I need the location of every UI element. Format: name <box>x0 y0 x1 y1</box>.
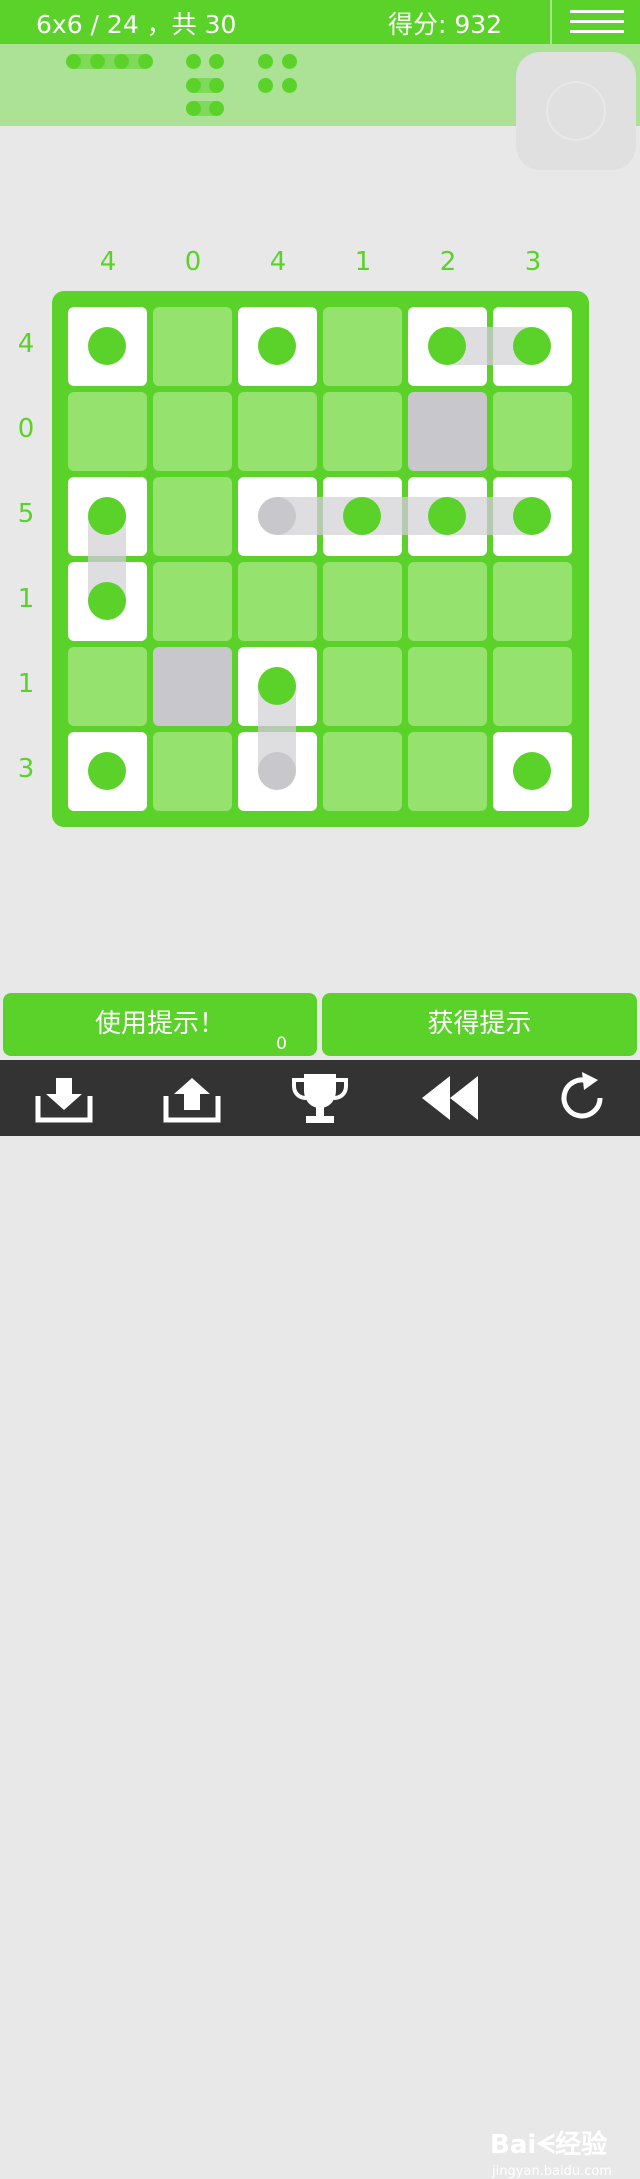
board-cell-empty[interactable] <box>408 732 487 811</box>
board-cell-empty[interactable] <box>238 562 317 641</box>
board-cell-ship[interactable] <box>493 732 572 811</box>
hamburger-menu-icon-line <box>570 20 624 23</box>
level-progress: 6x6 / 24 ，共 30 <box>36 10 237 39</box>
board-cell-empty[interactable] <box>408 647 487 726</box>
ship-dot <box>88 497 126 535</box>
ship-dot-unconfirmed <box>258 752 296 790</box>
ship-dot <box>428 497 466 535</box>
top-bar: 6x6 / 24 ，共 30 得分: 932 <box>0 0 640 44</box>
board-cell-ship[interactable] <box>68 732 147 811</box>
board-cell-ship[interactable] <box>68 556 147 641</box>
row-count: 1 <box>17 669 35 699</box>
piece-ship-2-dot <box>282 54 297 69</box>
column-count: 0 <box>184 247 202 277</box>
row-count: 5 <box>17 499 35 529</box>
board-cell-empty[interactable] <box>68 647 147 726</box>
circle-icon <box>546 81 606 141</box>
game-board <box>52 291 589 827</box>
refresh-icon[interactable] <box>552 1070 612 1126</box>
ship-dot <box>88 752 126 790</box>
board-cell-empty[interactable] <box>153 307 232 386</box>
board-cell-empty[interactable] <box>323 307 402 386</box>
column-count: 4 <box>99 247 117 277</box>
piece-ship-3-dot <box>209 54 224 69</box>
board-cell-empty[interactable] <box>408 562 487 641</box>
trophy-icon[interactable] <box>290 1070 350 1126</box>
board-cell-empty[interactable] <box>153 392 232 471</box>
ship-dot <box>258 667 296 705</box>
ship-dot <box>88 582 126 620</box>
ghost-circle-button[interactable] <box>516 52 636 170</box>
ship-dot <box>258 327 296 365</box>
board-cell-ship[interactable] <box>238 477 323 556</box>
piece-ship-2-dot <box>258 54 273 69</box>
piece-ship-4-dot <box>138 54 153 69</box>
board-cell-ship[interactable] <box>68 307 147 386</box>
ship-dot-unconfirmed <box>258 497 296 535</box>
hint-count: 0 <box>276 1034 287 1054</box>
watermark-url: jingyan.baidu.com <box>492 2164 612 2179</box>
board-cell-empty[interactable] <box>153 562 232 641</box>
piece-ship-4-dot <box>66 54 81 69</box>
watermark-brand: Baiᗕ经验 <box>490 2130 608 2160</box>
board-cell-ship[interactable] <box>408 307 493 386</box>
download-icon[interactable] <box>34 1070 94 1126</box>
column-count: 1 <box>354 247 372 277</box>
use-hint-label: 使用提示！ <box>94 1009 225 1039</box>
hamburger-menu-icon <box>570 10 624 13</box>
rewind-icon[interactable] <box>420 1070 480 1126</box>
board-cell-blocked[interactable] <box>153 647 232 726</box>
board-cell-empty[interactable] <box>493 392 572 471</box>
board-cell-empty[interactable] <box>323 647 402 726</box>
piece-ship-2-dot <box>258 78 273 93</box>
piece-ship-3-dot <box>186 78 201 93</box>
board-cell-blocked[interactable] <box>408 392 487 471</box>
get-hint-label: 获得提示 <box>427 1009 532 1039</box>
row-count: 0 <box>17 414 35 444</box>
board-cell-empty[interactable] <box>153 732 232 811</box>
board-cell-ship[interactable] <box>68 477 147 562</box>
board-cell-ship[interactable] <box>238 647 317 732</box>
piece-ship-4-dot <box>90 54 105 69</box>
board-cell-empty[interactable] <box>493 647 572 726</box>
get-hint-button[interactable]: 获得提示 <box>322 993 637 1056</box>
use-hint-button[interactable]: 使用提示！ 0 <box>3 993 317 1056</box>
column-count: 2 <box>439 247 457 277</box>
column-count: 4 <box>269 247 287 277</box>
piece-ship-2-dot <box>282 78 297 93</box>
piece-ship-3-dot <box>209 101 224 116</box>
ship-dot <box>513 497 551 535</box>
board-cell-empty[interactable] <box>323 732 402 811</box>
ship-dot <box>343 497 381 535</box>
column-count: 3 <box>524 247 542 277</box>
row-count: 1 <box>17 584 35 614</box>
board-cell-empty[interactable] <box>238 392 317 471</box>
ship-dot <box>513 327 551 365</box>
row-count: 4 <box>17 329 35 359</box>
upload-icon[interactable] <box>162 1070 222 1126</box>
board-cell-ship[interactable] <box>317 477 408 556</box>
board-cell-empty[interactable] <box>68 392 147 471</box>
score-display: 得分: 932 <box>388 10 503 39</box>
board-cell-ship[interactable] <box>487 477 572 556</box>
board-cell-ship[interactable] <box>487 307 572 386</box>
piece-ship-4-dot <box>114 54 129 69</box>
menu-button[interactable] <box>550 0 640 44</box>
board-cell-ship[interactable] <box>402 477 493 556</box>
board-cell-ship[interactable] <box>238 726 317 811</box>
board-cell-ship[interactable] <box>238 307 317 386</box>
board-cell-empty[interactable] <box>323 562 402 641</box>
ship-dot <box>513 752 551 790</box>
board-cell-empty[interactable] <box>153 477 232 556</box>
row-count: 3 <box>17 754 35 784</box>
piece-ship-3-dot <box>186 54 201 69</box>
ship-dot <box>428 327 466 365</box>
piece-ship-3-dot <box>209 78 224 93</box>
hamburger-menu-icon-line <box>570 30 624 33</box>
ship-dot <box>88 327 126 365</box>
board-cell-empty[interactable] <box>493 562 572 641</box>
board-cell-empty[interactable] <box>323 392 402 471</box>
bottom-toolbar: Baiᗕ经验 jingyan.baidu.com <box>0 1060 640 2179</box>
piece-ship-3-dot <box>186 101 201 116</box>
